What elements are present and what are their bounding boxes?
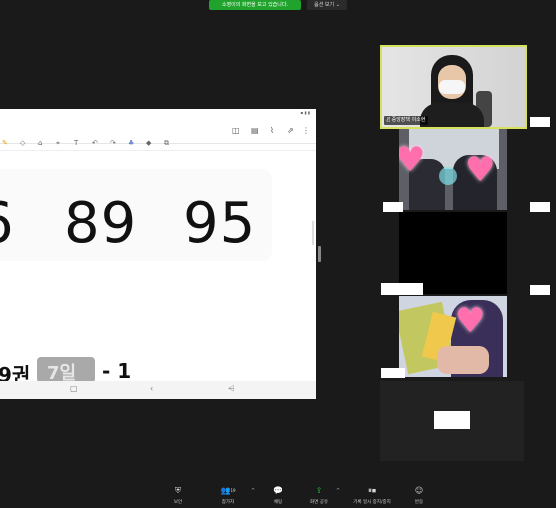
zoom-meeting-window: 소영이의 화면을 보고 있습니다. 옵션 보기 ⌄ ▪ ▮ ▮ ◫ ▤ ⌇ ⇗ …: [0, 0, 556, 508]
heart-sticker-icon: ♥: [455, 301, 486, 341]
pen-toolbar: ✎ ◇ ⌂ ⌖ T ↶ ↷ ♣ ◆ ⧉: [0, 137, 316, 151]
participants-caret-icon[interactable]: ^: [251, 488, 255, 494]
share-caret-icon[interactable]: ^: [336, 488, 340, 494]
participants-button[interactable]: 👥19 참가자: [208, 486, 248, 505]
participant-name-redacted: [530, 202, 550, 212]
chat-button[interactable]: 💬 채팅: [258, 486, 298, 505]
participants-label: 참가자: [221, 500, 235, 505]
share-screen-label: 화면 공유: [310, 500, 328, 505]
participant-name-redacted: [381, 283, 423, 295]
lasso-icon[interactable]: ⌖: [56, 139, 60, 148]
participant-tile[interactable]: ♥ ♥: [399, 129, 507, 210]
more-icon[interactable]: ⋮: [302, 126, 310, 135]
chevron-down-icon: ⌄: [335, 2, 340, 8]
share-icon[interactable]: ⇗: [287, 126, 294, 135]
record-pause-icon: ⏸⏹: [368, 486, 376, 495]
people-glyph: 👥: [220, 486, 231, 495]
reactions-icon: ☺: [414, 486, 424, 495]
participant-name-redacted: [434, 411, 470, 429]
record-label: 기록 일시 중지/중지: [353, 500, 391, 505]
shared-screen: ▪ ▮ ▮ ◫ ▤ ⌇ ⇗ ⋮ ✎ ◇ ⌂ ⌖ T ↶ ↷ ♣ ◆ ⧉ 6 89…: [0, 109, 316, 399]
home-button[interactable]: ▢: [70, 384, 78, 393]
video-hand: [437, 346, 489, 374]
screen-share-banner: 소영이의 화면을 보고 있습니다.: [209, 0, 301, 10]
android-nav-bar: ▢ ‹ ⩤: [0, 381, 316, 399]
page-icon[interactable]: ▤: [251, 126, 259, 135]
meeting-control-bar: ⛨ 보안 👥19 참가자 ^ 💬 채팅 ⇪ 화면 공유 ^ ⏸⏹ 기록 일시 중…: [0, 480, 556, 508]
participant-tile[interactable]: ♥: [399, 296, 507, 377]
attach-icon[interactable]: ⌇: [270, 126, 274, 135]
participant-tile[interactable]: [399, 212, 507, 294]
view-options-button[interactable]: 옵션 보기 ⌄: [307, 0, 347, 10]
number-value: 95: [183, 191, 257, 256]
video-body: [420, 103, 484, 127]
security-button[interactable]: ⛨ 보안: [158, 486, 198, 505]
people-icon: 👥19: [208, 486, 248, 496]
fill-icon[interactable]: ◆: [146, 139, 151, 147]
note-canvas[interactable]: 6 89 95: [0, 151, 316, 379]
split-view-handle[interactable]: [318, 246, 321, 262]
reactions-label: 반응: [414, 500, 424, 505]
participant-name-redacted: [530, 117, 550, 127]
back-button[interactable]: ‹: [150, 384, 153, 393]
participant-name-redacted: [530, 285, 550, 295]
participant-name-redacted: [383, 202, 403, 212]
redo-icon[interactable]: ↷: [110, 139, 116, 147]
share-screen-button[interactable]: ⇪ 화면 공유: [299, 486, 339, 505]
chat-label: 채팅: [273, 500, 283, 505]
video-mask: [439, 80, 465, 94]
recents-button[interactable]: ⩤: [228, 384, 234, 394]
handwritten-text: - 1: [102, 359, 132, 383]
participant-count: 19: [230, 488, 236, 493]
hint-box: 7일: [37, 357, 95, 384]
reactions-button[interactable]: ☺ 반응: [399, 486, 439, 505]
participant-name: 중앙장책 이소현: [391, 117, 426, 123]
participant-name-label: 🎙̸ 중앙장책 이소현: [384, 116, 429, 125]
scrollbar[interactable]: [312, 221, 314, 245]
video-light: [439, 167, 457, 185]
copy-icon[interactable]: ⧉: [164, 139, 169, 148]
chat-icon: 💬: [273, 486, 283, 495]
security-label: 보안: [173, 500, 183, 505]
pen-icon[interactable]: ✎: [2, 139, 8, 147]
participant-name-redacted: [381, 368, 405, 378]
columns-icon[interactable]: ◫: [232, 126, 240, 135]
heart-sticker-icon: ♥: [465, 150, 496, 190]
shape-icon[interactable]: ⌂: [38, 139, 42, 147]
record-button[interactable]: ⏸⏹ 기록 일시 중지/중지: [349, 486, 395, 505]
heart-sticker-icon: ♥: [399, 140, 426, 180]
eraser-icon[interactable]: ◇: [20, 139, 25, 147]
shield-icon: ⛨: [175, 486, 181, 495]
view-options-label: 옵션 보기: [314, 2, 335, 8]
participant-tile[interactable]: 🎙̸ 중앙장책 이소현: [380, 45, 527, 129]
undo-icon[interactable]: ↶: [92, 139, 98, 147]
number-value: 89: [64, 191, 138, 256]
highlighter-icon[interactable]: ♣: [128, 139, 134, 147]
number-value: 6: [0, 196, 15, 252]
share-screen-icon: ⇪: [315, 486, 323, 495]
text-tool-icon[interactable]: T: [74, 139, 78, 147]
tablet-status-bar: ▪ ▮ ▮: [300, 110, 310, 115]
